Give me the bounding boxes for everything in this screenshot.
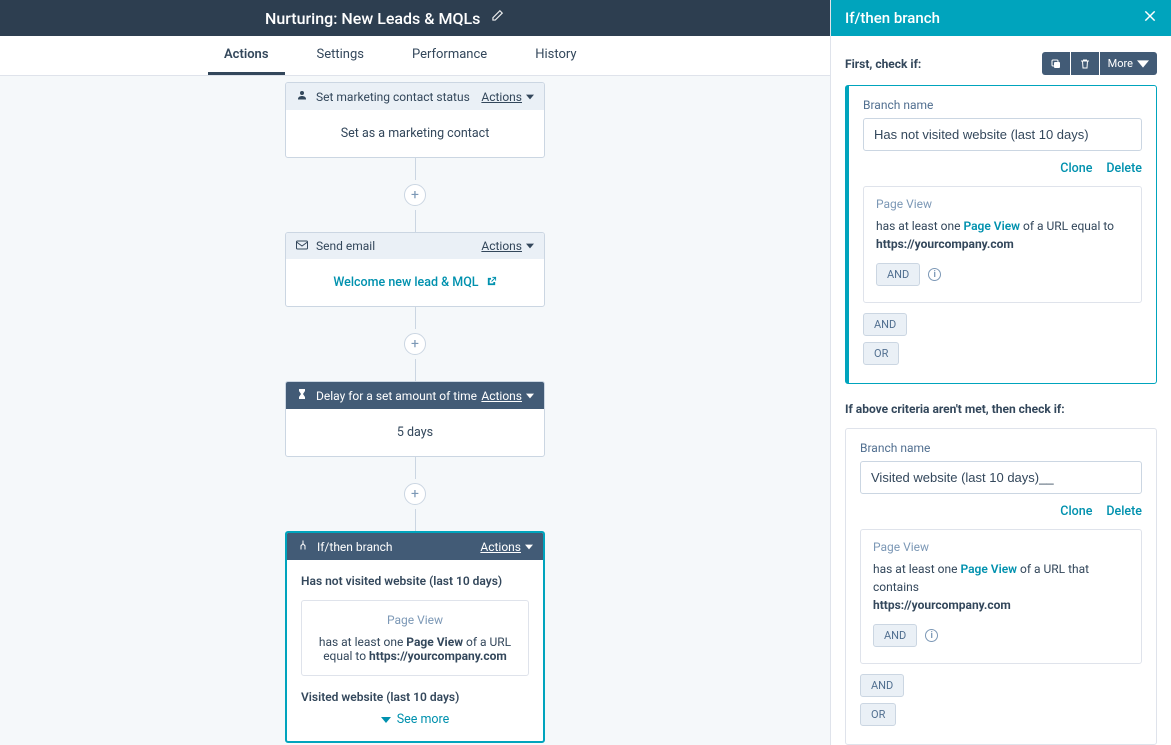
card-if-then-branch[interactable]: If/then branch Actions Has not visited w… [285,531,545,743]
criteria-summary: Page View has at least one Page View of … [301,600,529,676]
branch-name-input[interactable] [860,461,1142,494]
clone-link[interactable]: Clone [1060,161,1092,176]
card-header: Set marketing contact status Actions [286,83,544,110]
criteria-text: has at least one Page View of a URL that… [873,560,1129,614]
workflow-title: Nurturing: New Leads & MQLs [265,9,480,28]
criteria-panel[interactable]: Page View has at least one Page View of … [863,186,1142,303]
chevron-down-icon [526,93,534,101]
trash-icon [1079,58,1091,70]
branch-block-2: Branch name Clone Delete Page View has a… [845,428,1157,745]
criteria-text: has at least one Page View of a URL equa… [312,635,518,663]
chevron-down-icon [526,242,534,250]
second-check-label: If above criteria aren't met, then check… [845,402,1157,416]
card-delay[interactable]: Delay for a set amount of time Actions 5… [285,381,545,457]
chevron-down-icon [1137,58,1149,70]
card-title: Delay for a set amount of time [316,389,477,403]
connector [415,210,416,232]
branch-name-label: Branch name [863,98,1142,112]
card-body: 5 days [286,409,544,456]
or-operator-button[interactable]: OR [860,703,896,726]
copy-icon [1050,58,1062,70]
add-step-button[interactable]: + [404,483,426,505]
connector [415,359,416,381]
and-pill[interactable]: AND [876,263,920,286]
card-header: Send email Actions [286,233,544,259]
tab-history[interactable]: History [519,47,592,75]
criteria-panel[interactable]: Page View has at least one Page View of … [860,529,1142,664]
edit-title-icon[interactable] [490,9,504,27]
close-icon[interactable] [1143,9,1157,27]
tab-settings[interactable]: Settings [301,47,380,75]
chevron-down-icon [525,543,533,551]
card-body: Set as a marketing contact [286,110,544,157]
filter-type-label: Page View [876,197,1129,211]
card-send-email[interactable]: Send email Actions Welcome new lead & MQ… [285,232,545,307]
card-body: Welcome new lead & MQL [286,259,544,306]
more-label: More [1108,57,1133,70]
and-pill[interactable]: AND [873,624,917,647]
panel-header: If/then branch [831,0,1171,36]
panel-title: If/then branch [845,9,940,27]
filter-type-label: Page View [873,540,1129,554]
email-icon [296,239,308,253]
branch-block-1: Branch name Clone Delete Page View has a… [845,85,1157,384]
card-actions-menu[interactable]: Actions [481,90,534,104]
clone-link[interactable]: Clone [1060,504,1092,519]
connector [415,158,416,180]
card-actions-label: Actions [481,239,522,253]
branch-subtitle: Has not visited website (last 10 days) [301,574,529,588]
email-link-label: Welcome new lead & MQL [333,275,478,290]
delete-button[interactable] [1071,52,1099,75]
tab-actions[interactable]: Actions [208,47,285,75]
branch-subtitle-2: Visited website (last 10 days) [301,690,529,704]
criteria-text: has at least one Page View of a URL equa… [876,217,1129,253]
card-header: Delay for a set amount of time Actions [286,382,544,409]
chevron-down-icon [381,716,391,724]
hourglass-icon [296,388,308,403]
card-set-contact-status[interactable]: Set marketing contact status Actions Set… [285,82,545,158]
panel-body: First, check if: More Branch name Clone … [831,36,1171,745]
add-step-button[interactable]: + [404,333,426,355]
card-title: If/then branch [317,540,393,554]
card-actions-menu[interactable]: Actions [481,239,534,253]
card-body: Has not visited website (last 10 days) P… [287,560,543,741]
branch-name-input[interactable] [863,118,1142,151]
card-actions-menu[interactable]: Actions [481,389,534,403]
branch-icon [297,539,309,554]
workflow-canvas[interactable]: Set marketing contact status Actions Set… [0,76,830,745]
connector [415,457,416,479]
card-header: If/then branch Actions [287,533,543,560]
chevron-down-icon [526,392,534,400]
card-actions-menu[interactable]: Actions [480,540,533,554]
toolbar: More [1042,52,1157,75]
more-button[interactable]: More [1100,52,1157,75]
delete-link[interactable]: Delete [1106,161,1142,176]
contact-icon [296,89,308,104]
see-more-label: See more [397,712,450,727]
card-actions-label: Actions [481,90,522,104]
email-link[interactable]: Welcome new lead & MQL [333,275,496,290]
connector [415,509,416,531]
info-icon[interactable]: i [928,268,941,281]
or-operator-button[interactable]: OR [863,342,899,365]
see-more-button[interactable]: See more [301,712,529,727]
card-title: Send email [316,239,375,253]
connector [415,307,416,329]
side-panel: If/then branch First, check if: More Bra… [830,0,1171,745]
external-link-icon [486,276,497,287]
delete-link[interactable]: Delete [1106,504,1142,519]
first-check-label: First, check if: [845,57,921,71]
card-actions-label: Actions [481,389,522,403]
branch-name-label: Branch name [860,441,1142,455]
card-actions-label: Actions [480,540,521,554]
info-icon[interactable]: i [925,629,938,642]
and-operator-button[interactable]: AND [863,313,907,336]
tab-performance[interactable]: Performance [396,47,503,75]
card-title: Set marketing contact status [316,90,470,104]
filter-type-label: Page View [312,613,518,627]
and-operator-button[interactable]: AND [860,674,904,697]
add-step-button[interactable]: + [404,184,426,206]
copy-button[interactable] [1042,52,1070,75]
